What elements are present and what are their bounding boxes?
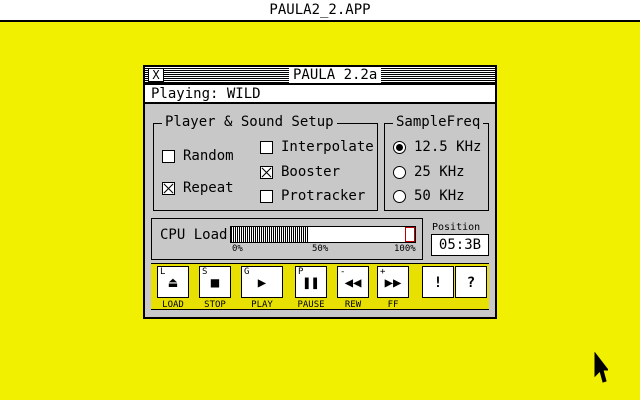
fast-forward-icon: ▶▶: [384, 275, 402, 291]
help-button[interactable]: ?: [455, 266, 487, 298]
freq-12-5-label: 12.5 KHz: [414, 139, 482, 155]
fast-forward-button[interactable]: + ▶▶: [377, 266, 409, 298]
exclamation-icon: !: [433, 275, 443, 291]
freq-50-radio[interactable]: 50 KHz: [393, 188, 465, 204]
close-icon: X: [152, 68, 160, 82]
freq-12-5-radio-dot: [393, 140, 406, 154]
cpu-load-bar: [230, 226, 416, 243]
play-label: PLAY: [251, 300, 273, 310]
info-line: Playing: WILD: [145, 85, 495, 104]
cpu-scale-100: 100%: [394, 244, 416, 254]
repeat-checkbox[interactable]: Repeat: [162, 180, 234, 196]
freq-25-radio[interactable]: 25 KHz: [393, 164, 465, 180]
pause-button[interactable]: P ❚❚: [295, 266, 327, 298]
interpolate-box: [260, 140, 273, 154]
cpu-load-group: CPU Load 0% 50% 100%: [151, 218, 423, 260]
interpolate-label: Interpolate: [281, 139, 374, 155]
freq-25-radio-dot: [393, 165, 406, 179]
pause-label: PAUSE: [297, 300, 325, 310]
random-checkbox[interactable]: Random: [162, 148, 234, 164]
fast-forward-label: FF: [387, 300, 399, 310]
random-box: [162, 149, 175, 163]
setup-group-title: Player & Sound Setup: [162, 114, 337, 130]
booster-checkbox[interactable]: Booster: [260, 164, 340, 180]
setup-group: Player & Sound Setup Random Repeat Inter…: [153, 114, 378, 211]
cpu-load-label: CPU Load: [160, 227, 228, 243]
load-label: LOAD: [162, 300, 184, 310]
interpolate-checkbox[interactable]: Interpolate: [260, 139, 374, 155]
title-bar[interactable]: X PAULA 2.2a: [145, 67, 495, 85]
freq-25-label: 25 KHz: [414, 164, 465, 180]
repeat-label: Repeat: [183, 180, 234, 196]
freq-50-label: 50 KHz: [414, 188, 465, 204]
position-label: Position: [432, 222, 481, 233]
rewind-button[interactable]: - ◀◀: [337, 266, 369, 298]
freq-12-5-radio[interactable]: 12.5 KHz: [393, 139, 481, 155]
load-button[interactable]: L ⏏: [157, 266, 189, 298]
rewind-label: REW: [344, 300, 362, 310]
stop-button[interactable]: S ■: [199, 266, 231, 298]
play-icon: ▶: [257, 275, 267, 291]
repeat-box: [162, 181, 175, 195]
menu-bar: PAULA2_2.APP: [0, 0, 640, 22]
protracker-label: Protracker: [281, 188, 366, 204]
mouse-pointer-icon: [594, 352, 608, 383]
protracker-checkbox[interactable]: Protracker: [260, 188, 365, 204]
cpu-load-peak: [405, 227, 415, 242]
rewind-icon: ◀◀: [344, 275, 362, 291]
cpu-scale-0: 0%: [232, 244, 243, 254]
question-icon: ?: [466, 275, 476, 291]
play-button[interactable]: G ▶: [241, 266, 283, 298]
playing-track: WILD: [226, 86, 261, 102]
paula-window: X PAULA 2.2a Playing: WILD Player & Soun…: [143, 65, 497, 319]
stop-icon: ■: [210, 275, 220, 291]
app-title: PAULA2_2.APP: [269, 2, 371, 18]
window-title: PAULA 2.2a: [289, 67, 382, 83]
protracker-box: [260, 189, 273, 203]
booster-label: Booster: [281, 164, 341, 180]
playing-label: Playing:: [151, 86, 219, 102]
samplefreq-group-title: SampleFreq: [393, 114, 484, 130]
random-label: Random: [183, 148, 234, 164]
freq-50-radio-dot: [393, 189, 406, 203]
cpu-scale-50: 50%: [312, 244, 329, 254]
booster-box: [260, 165, 273, 179]
samplefreq-group: SampleFreq 12.5 KHz 25 KHz 50 KHz: [384, 114, 489, 211]
stop-label: STOP: [204, 300, 226, 310]
pause-icon: ❚❚: [302, 275, 320, 291]
close-button[interactable]: X: [148, 68, 164, 82]
info-button[interactable]: !: [422, 266, 454, 298]
position-display: 05:3B: [431, 234, 489, 256]
eject-icon: ⏏: [168, 275, 178, 291]
cpu-load-fill: [231, 227, 308, 242]
